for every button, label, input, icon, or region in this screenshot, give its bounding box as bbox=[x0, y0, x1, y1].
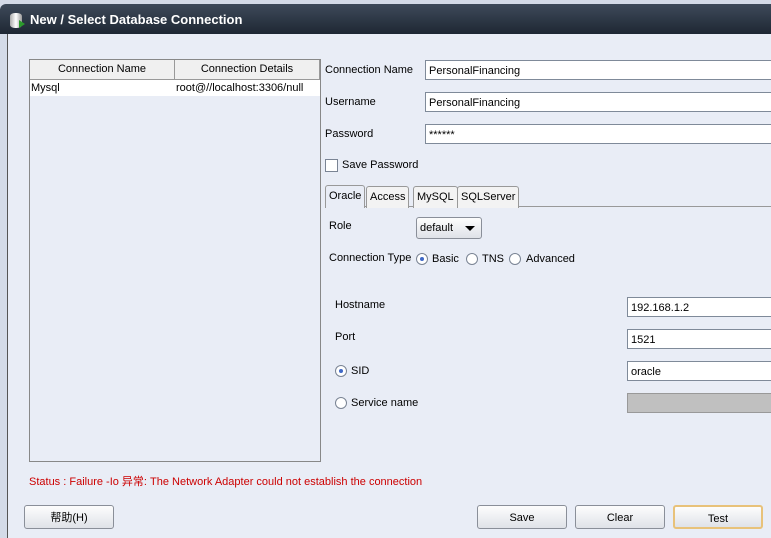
tab-access[interactable]: Access bbox=[366, 186, 410, 208]
chevron-down-icon bbox=[465, 226, 475, 231]
password-label: Password bbox=[325, 128, 374, 140]
hostname-label: Hostname bbox=[335, 299, 386, 311]
sid-label: SID bbox=[351, 365, 370, 377]
role-label: Role bbox=[329, 220, 352, 232]
window-title: New / Select Database Connection bbox=[30, 12, 243, 27]
port-input[interactable]: 1521 bbox=[627, 329, 771, 349]
service-name-input bbox=[627, 393, 771, 413]
connection-type-label: Connection Type bbox=[329, 252, 412, 264]
service-name-label: Service name bbox=[351, 397, 419, 409]
save-password-label: Save Password bbox=[342, 159, 419, 171]
port-label: Port bbox=[335, 331, 356, 343]
sid-radio[interactable] bbox=[335, 365, 347, 377]
save-button[interactable]: Save bbox=[477, 505, 567, 529]
column-header-details[interactable]: Connection Details bbox=[175, 60, 320, 80]
connection-name-label: Connection Name bbox=[325, 64, 414, 76]
tab-mysql[interactable]: MySQL bbox=[413, 186, 458, 208]
clear-button[interactable]: Clear bbox=[575, 505, 665, 529]
username-label: Username bbox=[325, 96, 376, 108]
title-bar: New / Select Database Connection bbox=[0, 4, 771, 34]
advanced-label: Advanced bbox=[526, 253, 575, 265]
role-dropdown[interactable]: default bbox=[416, 217, 482, 239]
sid-input[interactable]: oracle bbox=[627, 361, 771, 381]
cell-details: root@//localhost:3306/null bbox=[176, 82, 304, 94]
help-button[interactable]: 帮助(H) bbox=[24, 505, 114, 529]
connections-table[interactable]: Connection Name Connection Details Mysql… bbox=[29, 59, 321, 462]
role-value: default bbox=[420, 222, 454, 234]
connection-name-input[interactable]: PersonalFinancing bbox=[425, 60, 771, 80]
table-row[interactable]: Mysql root@//localhost:3306/null bbox=[30, 80, 320, 96]
cell-name: Mysql bbox=[31, 82, 60, 94]
tab-oracle[interactable]: Oracle bbox=[325, 185, 366, 208]
username-input[interactable]: PersonalFinancing bbox=[425, 92, 771, 112]
save-password-checkbox[interactable] bbox=[325, 159, 338, 172]
advanced-radio[interactable] bbox=[509, 253, 521, 265]
basic-label: Basic bbox=[432, 253, 459, 265]
tns-label: TNS bbox=[482, 253, 504, 265]
database-icon bbox=[10, 13, 25, 28]
hostname-input[interactable]: 192.168.1.2 bbox=[627, 297, 771, 317]
basic-radio[interactable] bbox=[416, 253, 428, 265]
password-input[interactable]: ****** bbox=[425, 124, 771, 144]
status-message: Status : Failure -Io 异常: The Network Ada… bbox=[29, 476, 423, 488]
test-button[interactable]: Test bbox=[673, 505, 763, 529]
tns-radio[interactable] bbox=[466, 253, 478, 265]
column-header-name[interactable]: Connection Name bbox=[30, 60, 175, 80]
service-name-radio[interactable] bbox=[335, 397, 347, 409]
tab-sqlserver[interactable]: SQLServer bbox=[457, 186, 520, 208]
